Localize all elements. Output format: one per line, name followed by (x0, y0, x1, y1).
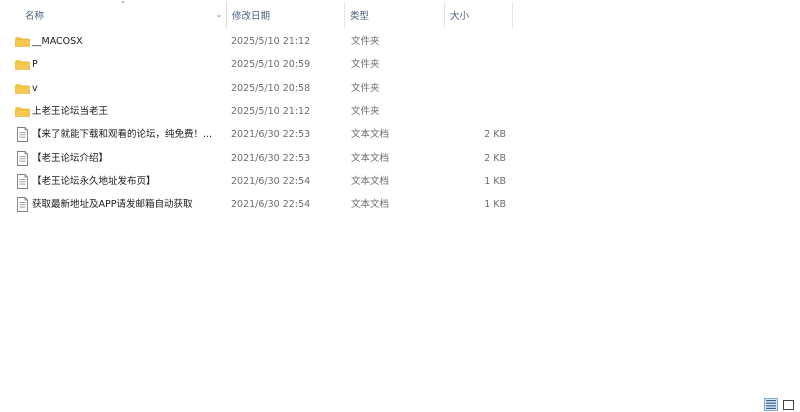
file-row[interactable]: 【老王论坛永久地址发布页】 2021/6/30 22:54 文本文档 1 KB (0, 170, 560, 193)
file-name: 获取最新地址及APP请发邮箱自动获取 (32, 199, 193, 211)
file-size (445, 77, 506, 100)
large-icons-view-button[interactable] (781, 398, 795, 411)
text-file-icon (15, 127, 30, 143)
file-explorer: ˄ 名称 ⌄ 修改日期 类型 大小 __MACOSX 2025/5/10 21:1… (0, 0, 800, 412)
file-size (445, 100, 506, 123)
file-name: 【老王论坛永久地址发布页】 (32, 175, 156, 187)
file-size: 2 KB (484, 152, 506, 164)
details-view-icon (766, 400, 776, 409)
file-date: 2021/6/30 22:54 (231, 199, 311, 211)
file-row[interactable]: P 2025/5/10 20:59 文件夹 (0, 53, 560, 76)
large-icons-view-icon (782, 399, 794, 410)
file-date: 2025/5/10 21:12 (231, 36, 311, 47)
column-header-name-label: 名称 (25, 11, 45, 22)
text-file-icon (15, 150, 30, 166)
file-type: 文本文档 (351, 199, 390, 211)
folder-icon (15, 81, 30, 96)
column-header-date-label: 修改日期 (232, 11, 271, 22)
folder-icon (15, 34, 30, 49)
file-name: v (32, 82, 38, 94)
file-type: 文本文档 (351, 175, 390, 187)
file-row[interactable]: 获取最新地址及APP请发邮箱自动获取 2021/6/30 22:54 文本文档 1 K… (0, 193, 560, 216)
file-name: __MACOSX (32, 36, 83, 47)
chevron-down-icon[interactable]: ⌄ (214, 9, 224, 21)
file-type: 文本文档 (351, 152, 390, 164)
folder-icon (15, 104, 30, 119)
text-file-icon (15, 173, 30, 189)
folder-icon (15, 57, 30, 72)
file-size (445, 30, 506, 53)
file-row[interactable]: v 2025/5/10 20:58 文件夹 (0, 77, 560, 100)
file-size (445, 53, 506, 76)
column-header-name[interactable]: ˄ 名称 ⌄ (0, 2, 227, 28)
details-view-button[interactable] (764, 398, 778, 411)
file-date: 2025/5/10 20:59 (231, 59, 311, 71)
text-file-icon (15, 197, 30, 213)
file-date: 2021/6/30 22:53 (231, 152, 311, 164)
file-type: 文件夹 (351, 105, 380, 117)
file-date: 2021/6/30 22:54 (231, 175, 311, 187)
file-date: 2021/6/30 22:53 (231, 129, 311, 141)
column-header-type[interactable]: 类型 (345, 2, 445, 28)
file-size: 1 KB (484, 175, 506, 187)
file-row[interactable]: 上老王论坛当老王 2025/5/10 21:12 文件夹 (0, 100, 560, 123)
file-name: P (32, 59, 38, 71)
column-header-type-label: 类型 (350, 11, 370, 22)
file-type: 文件夹 (351, 36, 380, 47)
file-name: 【老王论坛介绍】 (32, 152, 109, 164)
column-header-size[interactable]: 大小 (445, 2, 513, 28)
column-header-size-label: 大小 (450, 11, 470, 22)
file-date: 2025/5/10 20:58 (231, 82, 311, 94)
column-header-date[interactable]: 修改日期 (227, 2, 345, 28)
file-size: 2 KB (484, 129, 506, 141)
file-row[interactable]: 【来了就能下载和观看的论坛，纯免费！... 2021/6/30 22:53 文本文档… (0, 123, 560, 146)
file-name: 上老王论坛当老王 (32, 105, 109, 117)
file-date: 2025/5/10 21:12 (231, 105, 311, 117)
file-type: 文件夹 (351, 82, 380, 94)
file-row[interactable]: 【老王论坛介绍】 2021/6/30 22:53 文本文档 2 KB (0, 147, 560, 170)
file-type: 文件夹 (351, 59, 380, 71)
file-type: 文本文档 (351, 129, 390, 141)
file-row[interactable]: __MACOSX 2025/5/10 21:12 文件夹 (0, 30, 560, 53)
file-size: 1 KB (484, 199, 506, 211)
file-name: 【来了就能下载和观看的论坛，纯免费！... (32, 129, 213, 141)
column-header: ˄ 名称 ⌄ 修改日期 类型 大小 (0, 2, 800, 28)
sort-ascending-icon: ˄ (120, 1, 126, 11)
